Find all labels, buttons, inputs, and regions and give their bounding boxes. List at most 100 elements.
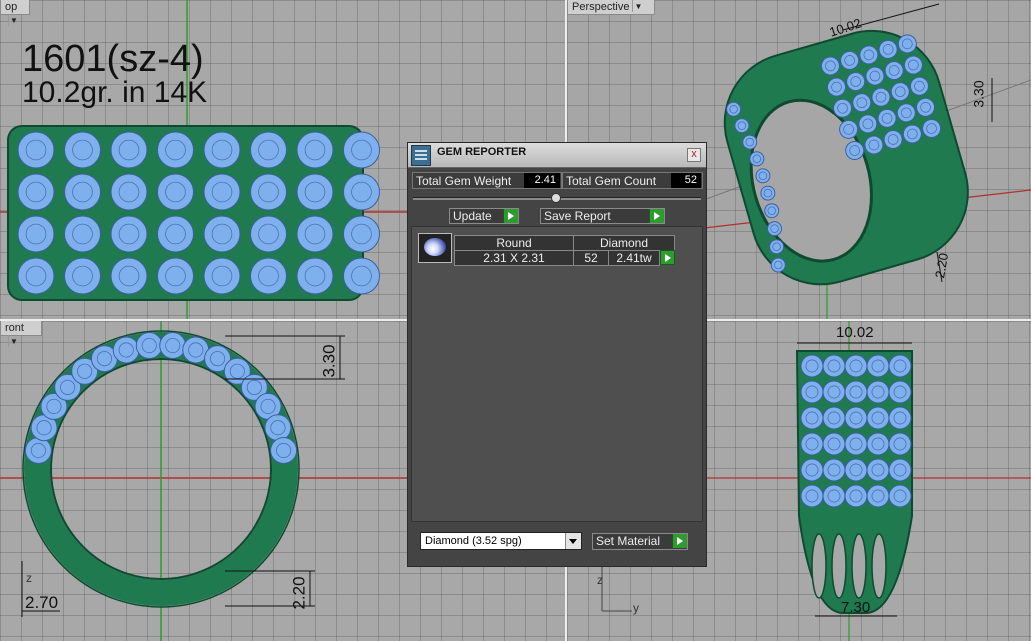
gem-right <box>822 432 846 456</box>
gem-reporter-icon <box>411 145 431 166</box>
gem-top <box>343 173 380 211</box>
round-gem-icon <box>418 233 452 263</box>
gem-right <box>844 432 868 456</box>
gem-front <box>24 436 52 464</box>
gem-top <box>110 173 148 211</box>
gem-right <box>844 458 868 482</box>
gem-top <box>203 131 241 169</box>
gem-right <box>866 432 890 456</box>
gem-right <box>822 406 846 430</box>
gem-top <box>203 173 241 211</box>
weight-note: 10.2gr. in 14K <box>22 76 208 109</box>
gem-top <box>343 257 380 295</box>
gem-right <box>822 354 846 378</box>
gem-count-cell: 52 <box>573 250 609 266</box>
gem-front <box>270 436 298 464</box>
dialog-titlebar[interactable]: GEM REPORTER x <box>408 143 706 168</box>
gem-right <box>888 432 912 456</box>
gem-top <box>110 257 148 295</box>
band-slot <box>811 533 827 599</box>
gem-size-cell: 2.31 X 2.31 <box>454 250 574 266</box>
dim-right-width-bottom: 7.30 <box>841 599 871 616</box>
gem-right <box>866 484 890 508</box>
save-report-button[interactable]: Save Report <box>540 208 665 224</box>
gem-right <box>800 354 824 378</box>
splitter-handle[interactable] <box>551 193 561 203</box>
gem-right <box>800 380 824 404</box>
gem-row-play-button[interactable] <box>660 250 675 265</box>
gem-right <box>866 458 890 482</box>
gem-right <box>800 432 824 456</box>
axis-y-label: y <box>633 601 639 615</box>
gem-weight-cell: 2.41tw <box>608 250 660 266</box>
dialog-title: GEM REPORTER <box>437 146 527 158</box>
gem-top <box>203 215 241 253</box>
gem-reporter-dialog: GEM REPORTER x Total Gem Weight 2.41 Tot… <box>407 142 707 567</box>
gem-top <box>250 215 287 253</box>
gem-right <box>888 354 912 378</box>
gem-right <box>866 380 890 404</box>
dim-front-bottom-height: 2.20 <box>289 576 309 610</box>
gem-top <box>64 257 101 295</box>
gem-right <box>866 354 890 378</box>
play-icon <box>503 209 518 223</box>
gem-right <box>888 406 912 430</box>
gem-top <box>110 131 148 169</box>
gem-top <box>64 215 101 253</box>
material-select[interactable]: Diamond (3.52 spg) <box>420 532 582 550</box>
gem-right <box>844 484 868 508</box>
gem-front <box>135 332 163 360</box>
gem-top <box>64 131 101 169</box>
gem-top <box>157 215 194 253</box>
gem-right <box>844 354 868 378</box>
gem-front <box>112 336 140 364</box>
gem-top <box>17 215 55 253</box>
gem-right <box>888 458 912 482</box>
gem-top <box>110 215 148 253</box>
chevron-down-icon[interactable] <box>565 533 581 549</box>
gem-right <box>844 406 868 430</box>
gem-top <box>296 257 334 295</box>
band-slot <box>831 533 847 599</box>
gem-top <box>157 131 194 169</box>
gem-top <box>157 257 194 295</box>
gem-top <box>250 131 287 169</box>
gem-right <box>822 458 846 482</box>
gem-right <box>822 484 846 508</box>
gem-right <box>888 380 912 404</box>
total-gem-weight-value: 2.41 <box>524 173 560 188</box>
close-button[interactable]: x <box>687 148 701 162</box>
gem-list[interactable]: Round Diamond 2.31 X 2.31 52 2.41tw <box>411 226 703 522</box>
update-button[interactable]: Update <box>449 208 519 224</box>
model-title-note: 1601(sz-4) <box>22 38 204 80</box>
gem-shape-header: Round <box>454 235 574 251</box>
gem-right <box>822 380 846 404</box>
gem-right <box>800 406 824 430</box>
gem-top <box>250 257 287 295</box>
total-gem-count-value: 52 <box>671 173 701 188</box>
gem-top <box>17 173 55 211</box>
band-slot <box>851 533 867 599</box>
gem-top <box>203 257 241 295</box>
gem-front <box>264 414 292 442</box>
gem-top <box>343 215 380 253</box>
gem-top <box>17 257 55 295</box>
gem-right <box>888 484 912 508</box>
dim-front-bottom-width: 2.70 <box>25 593 59 612</box>
gem-top <box>296 131 334 169</box>
gem-top <box>250 173 287 211</box>
play-icon <box>672 534 687 548</box>
gem-right <box>800 484 824 508</box>
gem-right <box>800 458 824 482</box>
axis-z-label: z <box>26 571 32 585</box>
dim-right-width-top: 10.02 <box>836 324 874 341</box>
gem-top <box>296 215 334 253</box>
play-icon <box>649 209 664 223</box>
gem-top <box>157 173 194 211</box>
gem-right <box>866 406 890 430</box>
gem-top <box>296 173 334 211</box>
axis-z-label: z <box>597 573 603 587</box>
gem-top <box>64 173 101 211</box>
set-material-button[interactable]: Set Material <box>592 533 688 550</box>
dim-front-top-height: 3.30 <box>319 344 339 378</box>
